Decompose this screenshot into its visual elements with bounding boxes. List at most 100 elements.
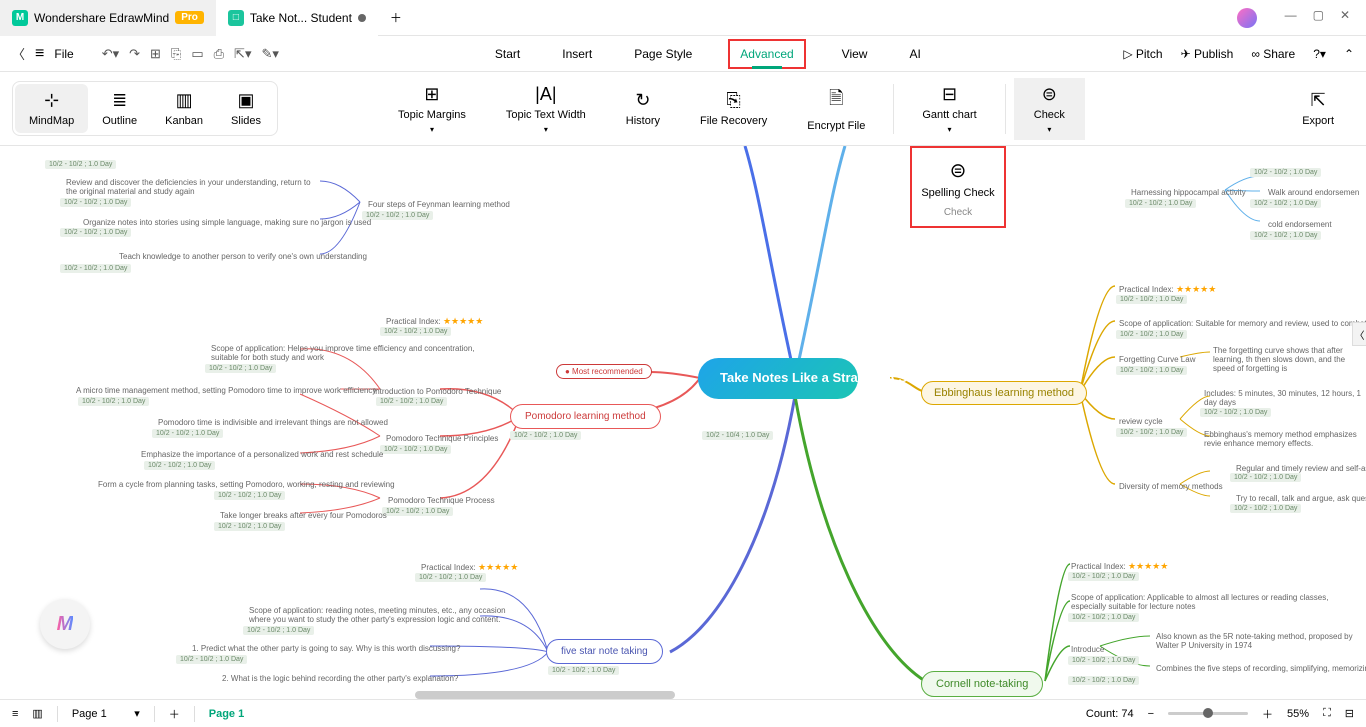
fivestar-q1[interactable]: 1. Predict what the other party is going…: [186, 642, 466, 655]
menu-icon[interactable]: ≡: [35, 45, 44, 63]
zoom-slider[interactable]: [1168, 712, 1248, 715]
share-button[interactable]: ∞ Share: [1251, 47, 1295, 61]
ebbinghaus-title[interactable]: Ebbinghaus learning method: [921, 381, 1087, 405]
edit-icon[interactable]: ✎▾: [261, 46, 278, 62]
view-outline[interactable]: ≣Outline: [88, 84, 151, 133]
app-name: Wondershare EdrawMind: [34, 11, 169, 25]
horizontal-scrollbar[interactable]: [415, 691, 675, 699]
feynman-n1[interactable]: Review and discover the deficiencies in …: [60, 176, 320, 198]
ebbinghaus-cycle[interactable]: review cycle: [1113, 415, 1169, 428]
collapse-ribbon-icon[interactable]: ⌃: [1344, 47, 1354, 61]
feynman-title[interactable]: Four steps of Feynman learning method: [362, 198, 516, 211]
pomodoro-breaks[interactable]: Take longer breaks after every four Pomo…: [214, 509, 393, 522]
ai-fab-button[interactable]: M: [40, 599, 90, 649]
hippocampal-harness[interactable]: Harnessing hippocampal activity: [1125, 186, 1252, 199]
publish-button[interactable]: ✈ Publish: [1181, 47, 1234, 61]
check-button[interactable]: ⊜Check▾: [1014, 78, 1085, 140]
print-icon[interactable]: ⎙: [214, 46, 224, 62]
fit-screen-icon[interactable]: ⛶: [1323, 707, 1331, 720]
most-recommended-tag[interactable]: ● Most recommended: [556, 364, 652, 379]
view-mindmap[interactable]: ⊹MindMap: [15, 84, 88, 133]
file-menu[interactable]: File: [54, 47, 73, 61]
document-tab[interactable]: □ Take Not... Student: [216, 0, 378, 36]
back-icon[interactable]: 〈: [12, 44, 25, 63]
topic-text-width-button[interactable]: |A|Topic Text Width▾: [486, 78, 606, 140]
feynman-n3[interactable]: Teach knowledge to another person to ver…: [113, 250, 373, 263]
zoom-out-button[interactable]: −: [1148, 708, 1154, 720]
tab-insert[interactable]: Insert: [556, 39, 598, 69]
pomodoro-process[interactable]: Pomodoro Technique Process: [382, 494, 501, 507]
zoom-value[interactable]: 55%: [1287, 708, 1309, 720]
open-icon[interactable]: ⎘: [171, 46, 181, 62]
new-tab-button[interactable]: ＋: [378, 0, 414, 36]
pomodoro-title[interactable]: Pomodoro learning method: [510, 404, 661, 429]
fivestar-q2[interactable]: 2. What is the logic behind recording th…: [216, 672, 464, 685]
pomodoro-micro[interactable]: A micro time management method, setting …: [70, 384, 382, 397]
pro-badge: Pro: [175, 11, 204, 24]
cornell-title[interactable]: Cornell note-taking: [921, 671, 1043, 697]
unsaved-dot-icon: [358, 14, 366, 22]
spelling-check-item[interactable]: Spelling Check: [914, 187, 1002, 199]
help-icon[interactable]: ?▾: [1313, 47, 1326, 61]
fivestar-title[interactable]: five star note taking: [546, 639, 663, 664]
tab-ai[interactable]: AI: [903, 39, 926, 69]
ebbinghaus-diversity[interactable]: Diversity of memory methods: [1113, 480, 1229, 493]
page-tab-active[interactable]: Page 1: [209, 708, 244, 720]
hippocampal-cold[interactable]: cold endorsement: [1262, 218, 1338, 231]
file-recovery-button[interactable]: ⎘File Recovery: [680, 84, 787, 133]
collapse-icon[interactable]: ⊟: [1345, 707, 1354, 720]
close-icon[interactable]: ✕: [1340, 8, 1350, 28]
maximize-icon[interactable]: ▢: [1313, 8, 1324, 28]
mindmap-canvas[interactable]: Take Notes Like a Straight-A Student 10/…: [0, 146, 1366, 699]
ebbinghaus-scope[interactable]: Scope of application: Suitable for memor…: [1113, 317, 1366, 330]
ebbinghaus-emphasizes[interactable]: Ebbinghaus's memory method emphasizes re…: [1198, 428, 1366, 450]
pomodoro-scope[interactable]: Scope of application: Helps you improve …: [205, 342, 485, 364]
date-tag: 10/2 - 10/2 ; 1.0 Day: [60, 264, 131, 273]
pomodoro-cycle[interactable]: Form a cycle from planning tasks, settin…: [92, 478, 401, 491]
view-slides[interactable]: ▣Slides: [217, 84, 275, 133]
side-panel-toggle[interactable]: 〈: [1352, 322, 1366, 346]
export-icon[interactable]: ⇱▾: [234, 46, 251, 62]
cornell-scope[interactable]: Scope of application: Applicable to almo…: [1065, 591, 1340, 613]
ebbinghaus-includes[interactable]: Includes: 5 minutes, 30 minutes, 12 hour…: [1198, 387, 1366, 409]
pomodoro-emphasize[interactable]: Emphasize the importance of a personaliz…: [135, 448, 389, 461]
tab-advanced[interactable]: Advanced: [728, 39, 805, 69]
view-kanban[interactable]: ▥Kanban: [151, 84, 217, 133]
date-tag: 10/2 - 10/2 ; 1.0 Day: [176, 655, 247, 664]
outline-toggle-icon[interactable]: ≡: [12, 708, 18, 720]
cornell-also[interactable]: Also known as the 5R note-taking method,…: [1150, 630, 1360, 652]
undo-icon[interactable]: ↶▾: [102, 46, 119, 62]
export-button[interactable]: ⇱Export: [1282, 84, 1354, 133]
pomodoro-principles[interactable]: Pomodoro Technique Principles: [380, 432, 504, 445]
history-button[interactable]: ↻History: [606, 84, 680, 133]
ebbinghaus-curve-desc[interactable]: The forgetting curve shows that after le…: [1207, 344, 1366, 375]
fivestar-scope[interactable]: Scope of application: reading notes, mee…: [243, 604, 513, 626]
cornell-introduce[interactable]: Introduce: [1065, 643, 1110, 656]
zoom-in-button[interactable]: ＋: [1262, 706, 1273, 722]
minimize-icon[interactable]: —: [1285, 8, 1297, 28]
gantt-chart-button[interactable]: ⊟Gantt chart▾: [902, 78, 996, 140]
panel-toggle-icon[interactable]: ▥: [32, 707, 42, 720]
redo-icon[interactable]: ↷: [129, 46, 140, 62]
app-tab[interactable]: M Wondershare EdrawMind Pro: [0, 0, 216, 36]
topic-margins-button[interactable]: ⊞Topic Margins▾: [378, 78, 486, 140]
date-tag: 10/2 - 10/2 ; 1.0 Day: [1068, 676, 1139, 685]
tab-page-style[interactable]: Page Style: [628, 39, 698, 69]
pitch-button[interactable]: ▷ Pitch: [1123, 47, 1162, 61]
central-topic[interactable]: Take Notes Like a Straight-A Student: [698, 358, 858, 399]
new-icon[interactable]: ⊞: [150, 46, 161, 62]
add-page-button[interactable]: ＋: [169, 706, 180, 722]
tab-view[interactable]: View: [836, 39, 874, 69]
save-icon[interactable]: ▭: [191, 46, 203, 62]
date-tag: 10/2 - 10/2 ; 1.0 Day: [1200, 408, 1271, 417]
page-select[interactable]: Page 1 ▾: [72, 707, 140, 720]
date-tag: 10/2 - 10/2 ; 1.0 Day: [78, 397, 149, 406]
pomodoro-indivisible[interactable]: Pomodoro time is indivisible and irrelev…: [152, 416, 394, 429]
avatar[interactable]: [1237, 8, 1257, 28]
cornell-combines[interactable]: Combines the five steps of recording, si…: [1150, 662, 1366, 675]
ebbinghaus-regular[interactable]: Regular and timely review and self-asse: [1230, 462, 1366, 475]
hippocampal-walk[interactable]: Walk around endorsemen: [1262, 186, 1365, 199]
tab-start[interactable]: Start: [489, 39, 526, 69]
ebbinghaus-curve[interactable]: Forgetting Curve Law: [1113, 353, 1201, 366]
encrypt-file-button[interactable]: 🗎Encrypt File: [787, 80, 885, 138]
